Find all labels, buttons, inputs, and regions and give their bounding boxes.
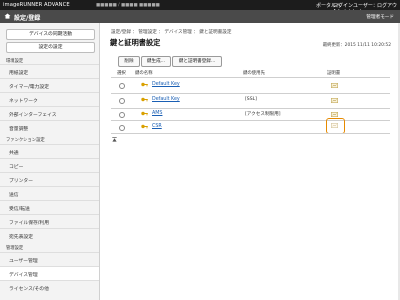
sidebar-item-label: 受信/転送 xyxy=(9,207,30,212)
sidebar-item-label: 共通 xyxy=(9,151,19,156)
top-bar: imageRUNNER ADVANCE ■■■■■ / ■■■■ ■■■■■ ポ… xyxy=(0,0,400,16)
sidebar-item-label: ライセンス/その他 xyxy=(9,287,49,292)
brand-name: imageRUNNER ADVANCE xyxy=(3,2,70,8)
row-select-radio[interactable] xyxy=(119,83,125,89)
section-bar: 設定/登録 管理者モード xyxy=(0,10,400,23)
last-updated: 最終更新：2015 11/11 10:20:52 xyxy=(322,43,391,48)
sidebar-item-printer[interactable]: プリンター xyxy=(0,172,99,187)
table-divider xyxy=(111,133,390,134)
sidebar-item-send[interactable]: 送信 xyxy=(0,186,99,201)
page-title: 鍵と証明書設定 xyxy=(110,38,161,47)
key-icon xyxy=(141,111,148,116)
key-icon xyxy=(141,82,148,87)
row-select-radio[interactable] xyxy=(119,98,125,104)
sidebar: デバイスの同期活動 設定の設定 環境設定 用紙設定 タイマー/電力設定 ネットワ… xyxy=(0,23,100,300)
key-name-link[interactable]: Default Key xyxy=(152,97,180,102)
sidebar-item-copy[interactable]: コピー xyxy=(0,158,99,173)
device-info: ■■■■■ / ■■■■ ■■■■■ xyxy=(96,2,160,8)
device-sync-button[interactable]: デバイスの同期活動 xyxy=(6,29,95,40)
section-title: 設定/登録 xyxy=(14,15,41,22)
sidebar-item-paper[interactable]: 用紙設定 xyxy=(0,64,99,79)
sidebar-group-admin: 管理設定 xyxy=(6,246,24,251)
sidebar-item-label: プリンター xyxy=(9,179,33,184)
column-header-certificate: 証明書 xyxy=(327,71,341,76)
sidebar-item-label: デバイス管理 xyxy=(9,273,38,278)
manager-mode-link[interactable]: 管理者モード xyxy=(366,14,394,20)
table-divider xyxy=(111,77,390,78)
table-divider xyxy=(111,93,390,94)
sidebar-item-label: 宛先表設定 xyxy=(9,235,33,240)
sidebar-item-network[interactable]: ネットワーク xyxy=(0,92,99,107)
sidebar-item-label: 外部インターフェイス xyxy=(9,113,57,118)
sidebar-item-label: コピー xyxy=(9,165,24,170)
key-name-link[interactable]: CSR xyxy=(152,124,162,129)
row-select-radio[interactable] xyxy=(119,125,125,131)
key-name-link[interactable]: AMS xyxy=(152,111,162,116)
home-icon[interactable] xyxy=(4,13,11,19)
key-usage: [アクセス制限用] xyxy=(245,112,281,117)
delete-button[interactable]: 削除 xyxy=(118,56,140,67)
column-header-key-usage: 鍵の使用先 xyxy=(243,71,265,76)
breadcrumb: 設定/登録 ： 管理設定 ： デバイス管理 ： 鍵と証明書設定 xyxy=(111,30,232,35)
sidebar-item-license[interactable]: ライセンス/その他 xyxy=(0,280,99,295)
key-icon xyxy=(141,124,148,129)
certificate-icon[interactable] xyxy=(331,83,338,88)
column-header-select: 選択 xyxy=(117,71,126,76)
table-divider xyxy=(111,120,390,121)
sidebar-item-interface[interactable]: 外部インターフェイス xyxy=(0,106,99,121)
sidebar-item-address-book[interactable]: 宛先表設定 xyxy=(0,228,99,243)
certificate-icon[interactable] xyxy=(331,112,338,117)
sidebar-item-file-store[interactable]: ファイル保存/利用 xyxy=(0,214,99,229)
column-header-key-name[interactable]: 鍵の名称 xyxy=(135,70,153,76)
key-name-link[interactable]: Default Key xyxy=(152,82,180,87)
sidebar-item-label: ネットワーク xyxy=(9,99,38,104)
sidebar-item-label: タイマー/電力設定 xyxy=(9,85,49,90)
certificate-icon[interactable] xyxy=(331,123,338,128)
sidebar-item-label: ユーザー管理 xyxy=(9,259,38,264)
sidebar-group-function: ファンクション設定 xyxy=(6,138,45,143)
sidebar-item-label: 音量調整 xyxy=(9,127,29,132)
sidebar-item-label: 用紙設定 xyxy=(9,71,29,76)
sidebar-item-user-management[interactable]: ユーザー管理 xyxy=(0,252,99,267)
settings-export-button[interactable]: 設定の設定 xyxy=(6,42,95,53)
sidebar-item-label: ファイル保存/利用 xyxy=(9,221,49,226)
sidebar-item-common[interactable]: 共通 xyxy=(0,144,99,159)
generate-key-button[interactable]: 鍵生成... xyxy=(141,56,171,67)
register-key-cert-button[interactable]: 鍵と証明書登録... xyxy=(172,56,222,67)
row-select-radio[interactable] xyxy=(119,112,125,118)
sidebar-item-volume[interactable]: 音量調整 xyxy=(0,120,99,135)
back-to-top-icon[interactable] xyxy=(112,137,117,142)
table-divider xyxy=(111,108,390,109)
sidebar-item-timer[interactable]: タイマー/電力設定 xyxy=(0,78,99,93)
sidebar-item-label: 送信 xyxy=(9,193,19,198)
key-icon xyxy=(141,97,148,102)
sidebar-item-device-management[interactable]: デバイス管理 xyxy=(0,266,99,281)
key-usage: [SSL] xyxy=(245,97,257,102)
sidebar-item-receive[interactable]: 受信/転送 xyxy=(0,200,99,215)
certificate-icon[interactable] xyxy=(331,98,338,103)
